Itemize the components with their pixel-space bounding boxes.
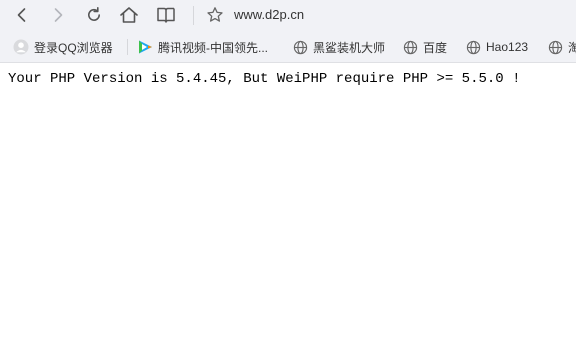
tencent-video-icon (137, 39, 153, 55)
bookmark-qq-login[interactable]: 登录QQ浏览器 (13, 38, 113, 56)
bookmark-label: 百度 (423, 40, 448, 55)
bookmark-taobao[interactable]: 淘 (547, 38, 576, 56)
bookmark-tencent-video[interactable]: 腾讯视频-中国领先... (137, 38, 268, 56)
back-arrow-icon (17, 8, 26, 22)
bookmark-label: 腾讯视频-中国领先... (158, 40, 268, 55)
bookmarks-divider (127, 39, 128, 55)
bookmark-heisha[interactable]: 黑鲨装机大师 (292, 38, 385, 56)
back-button[interactable] (9, 2, 35, 28)
bookmarks-bar: 登录QQ浏览器 腾讯视频-中国领先... 黑鲨装机大师 百度 Hao123 (0, 31, 576, 63)
globe-icon (547, 39, 563, 55)
bookmark-hao123[interactable]: Hao123 (465, 38, 528, 56)
avatar-icon (13, 39, 29, 55)
globe-icon (292, 39, 308, 55)
reload-button[interactable] (81, 2, 107, 28)
browser-window: www.d2p.cn 登录QQ浏览器 腾讯视频-中国领先... 黑鲨装机大师 百… (0, 0, 576, 352)
forward-button[interactable] (45, 2, 71, 28)
bookmark-baidu[interactable]: 百度 (402, 38, 447, 56)
reader-mode-button[interactable] (153, 2, 179, 28)
address-bar[interactable]: www.d2p.cn (200, 0, 576, 31)
reload-icon (88, 7, 100, 21)
star-icon (207, 7, 223, 22)
bookmark-label: 淘 (568, 39, 576, 56)
page-content: Your PHP Version is 5.4.45, But WeiPHP r… (0, 63, 576, 352)
bookmark-label: Hao123 (486, 40, 529, 54)
home-button[interactable] (116, 2, 142, 28)
toolbar-divider (193, 6, 194, 25)
globe-icon (402, 39, 418, 55)
bookmark-label: 登录QQ浏览器 (34, 40, 113, 55)
bookmark-label: 黑鲨装机大师 (313, 40, 386, 55)
home-icon (120, 7, 138, 23)
php-version-error-message: Your PHP Version is 5.4.45, But WeiPHP r… (8, 71, 521, 87)
forward-arrow-icon (54, 8, 63, 22)
globe-icon (465, 39, 481, 55)
book-icon (157, 7, 175, 23)
browser-toolbar: www.d2p.cn (0, 0, 576, 31)
bookmark-star-button[interactable] (204, 4, 226, 26)
url-text[interactable]: www.d2p.cn (234, 7, 304, 22)
